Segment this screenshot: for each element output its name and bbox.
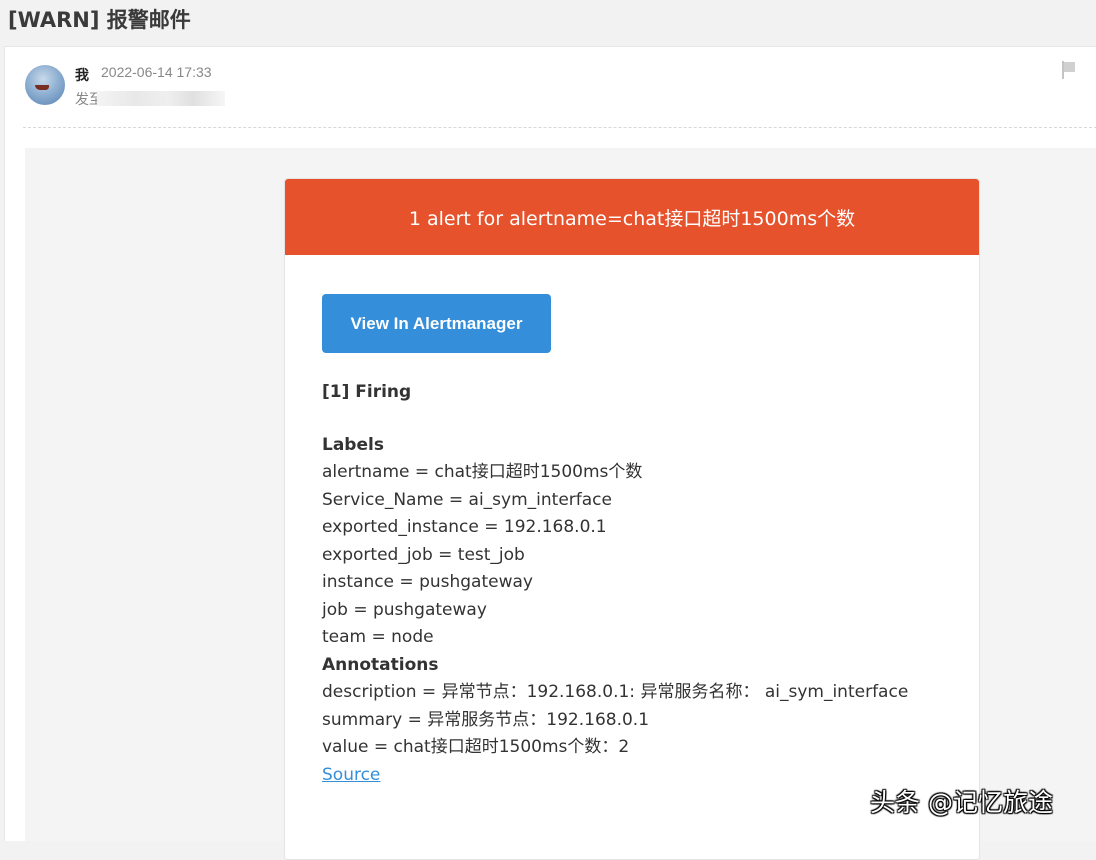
annotation-item: value = chat接口超时1500ms个数：2 (322, 737, 630, 757)
label-item: exported_instance = 192.168.0.1 (322, 517, 607, 537)
alert-card: 1 alert for alertname=chat接口超时1500ms个数 V… (284, 178, 980, 860)
view-in-alertmanager-button[interactable]: View In Alertmanager (322, 294, 551, 353)
flag-icon[interactable] (1062, 61, 1076, 79)
recipient-redacted (97, 91, 225, 106)
sent-time: 2022-06-14 17:33 (101, 64, 212, 80)
annotation-item: description = 异常节点：192.168.0.1: 异常服务名称： … (322, 682, 909, 702)
alert-content: [1] Firing Labels alertname = chat接口超时15… (322, 379, 962, 789)
watermark: 头条 @记忆旅途 (870, 788, 1053, 817)
labels-heading: Labels (322, 434, 384, 455)
label-item: alertname = chat接口超时1500ms个数 (322, 462, 643, 482)
label-item: job = pushgateway (322, 599, 487, 620)
annotation-item: summary = 异常服务节点：192.168.0.1 (322, 709, 650, 730)
label-item: exported_job = test_job (322, 544, 525, 565)
sender-name[interactable]: 我 (75, 65, 89, 85)
source-link[interactable]: Source (322, 765, 380, 785)
firing-label: [1] Firing (322, 382, 412, 402)
annotations-heading: Annotations (322, 654, 439, 675)
email-body: 1 alert for alertname=chat接口超时1500ms个数 V… (25, 148, 1096, 860)
avatar[interactable] (25, 65, 65, 105)
alert-header: 1 alert for alertname=chat接口超时1500ms个数 (285, 179, 979, 255)
label-item: team = node (322, 627, 434, 647)
label-item: instance = pushgateway (322, 572, 533, 592)
header-divider (23, 127, 1096, 128)
label-item: Service_Name = ai_sym_interface (322, 489, 612, 510)
email-subject: [WARN] 报警邮件 (8, 8, 191, 32)
email-panel: 我 2022-06-14 17:33 发至 1 alert for alertn… (4, 46, 1096, 860)
